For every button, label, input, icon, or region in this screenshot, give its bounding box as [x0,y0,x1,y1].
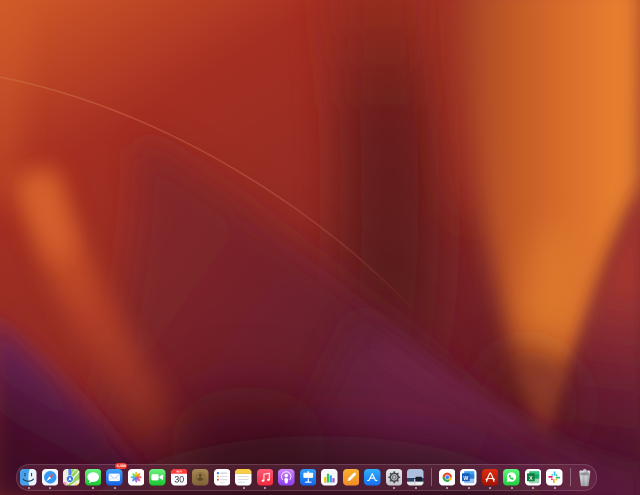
svg-text:NOV: NOV [176,470,182,474]
svg-text:W: W [464,476,469,482]
svg-text:30: 30 [174,475,184,485]
svg-text:X: X [529,476,533,482]
